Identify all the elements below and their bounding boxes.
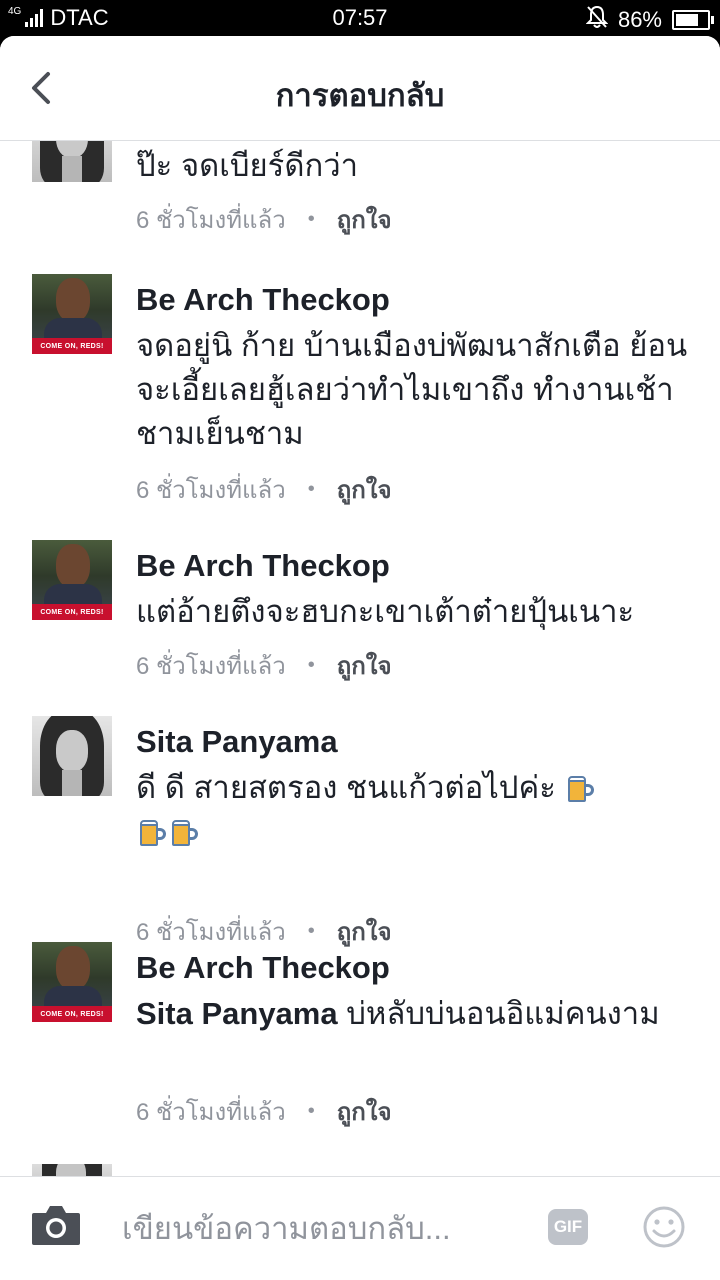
comment-meta: 6 ชั่วโมงที่แล้ว • ถูกใจ: [136, 912, 392, 951]
mention-link[interactable]: Sita Panyama: [136, 996, 338, 1031]
avatar[interactable]: COME ON, REDS!: [32, 540, 112, 620]
like-button[interactable]: ถูกใจ: [337, 1092, 392, 1131]
comment-meta: 6 ชั่วโมงที่แล้ว • ถูกใจ: [136, 200, 392, 239]
avatar-badge: COME ON, REDS!: [32, 338, 112, 354]
reply-input[interactable]: [122, 1207, 522, 1251]
comment-author[interactable]: Be Arch Theckop: [136, 548, 390, 584]
comment-meta: 6 ชั่วโมงที่แล้ว • ถูกใจ: [136, 646, 392, 685]
avatar[interactable]: [32, 716, 112, 796]
beer-mug-icon: [138, 818, 166, 846]
comment-text-block: ดี ดี สายสตรอง ชนแก้วต่อไปค่ะ: [136, 766, 696, 854]
comment-time: 6 ชั่วโมงที่แล้ว: [136, 653, 286, 680]
reply-composer: GIF: [0, 1176, 720, 1280]
avatar-badge: COME ON, REDS!: [32, 1006, 112, 1022]
meta-separator: •: [307, 208, 315, 230]
header: การตอบกลับ: [0, 36, 720, 141]
meta-separator: •: [307, 654, 315, 676]
avatar-badge: COME ON, REDS!: [32, 604, 112, 620]
comment-author[interactable]: Be Arch Theckop: [136, 282, 390, 318]
comment-meta: 6 ชั่วโมงที่แล้ว • ถูกใจ: [136, 470, 392, 509]
status-bar: 4G DTAC 07:57 86%: [0, 0, 720, 36]
avatar[interactable]: [32, 140, 112, 182]
like-button[interactable]: ถูกใจ: [337, 200, 392, 239]
notifications-muted-icon: [585, 5, 609, 35]
camera-button[interactable]: [30, 1203, 82, 1247]
comment-time: 6 ชั่วโมงที่แล้ว: [136, 207, 286, 234]
emoji-button[interactable]: [642, 1205, 686, 1249]
battery-icon: [672, 10, 714, 30]
like-button[interactable]: ถูกใจ: [337, 912, 392, 951]
status-icons: 86%: [585, 5, 714, 35]
like-button[interactable]: ถูกใจ: [337, 646, 392, 685]
camera-icon: [32, 1206, 80, 1245]
page-title: การตอบกลับ: [275, 78, 445, 113]
comment-author[interactable]: Sita Panyama: [136, 724, 338, 760]
comment-meta: 6 ชั่วโมงที่แล้ว • ถูกใจ: [136, 1092, 392, 1131]
beer-mug-icon: [566, 774, 595, 802]
beer-mug-icon: [170, 818, 198, 846]
battery-percent: 86%: [617, 7, 662, 32]
avatar[interactable]: COME ON, REDS!: [32, 942, 112, 1022]
comment-text-block: Sita Panyama บ่หลับบ่นอนอิแม่คนงาม: [136, 992, 676, 1036]
comment-author[interactable]: Be Arch Theckop: [136, 950, 390, 986]
comment-list[interactable]: ป๊ะ จดเบียร์ดีกว่า 6 ชั่วโมงที่แล้ว • ถู…: [0, 140, 720, 1176]
comment-text: ป๊ะ จดเบียร์ดีกว่า: [136, 148, 359, 183]
meta-separator: •: [307, 478, 315, 500]
comment-time: 6 ชั่วโมงที่แล้ว: [136, 919, 286, 946]
avatar[interactable]: COME ON, REDS!: [32, 274, 112, 354]
gif-button[interactable]: GIF: [548, 1209, 588, 1245]
comment-text: แต่อ้ายตึงจะฮบกะเขาเต้าต๋ายปุ้นเนาะ: [136, 594, 635, 629]
comment-text: จดอยู่นิ ก้าย บ้านเมืองบ่พัฒนาสักเตือ ย้…: [136, 328, 688, 451]
comment-time: 6 ชั่วโมงที่แล้ว: [136, 1099, 286, 1126]
replies-panel: การตอบกลับ ป๊ะ จดเบียร์ดีกว่า 6 ชั่วโมงท…: [0, 36, 720, 1280]
comment-text: ดี ดี สายสตรอง ชนแก้วต่อไปค่ะ: [136, 770, 556, 805]
smiley-icon: [643, 1206, 685, 1248]
comment-time: 6 ชั่วโมงที่แล้ว: [136, 477, 286, 504]
like-button[interactable]: ถูกใจ: [337, 470, 392, 509]
avatar[interactable]: [32, 1164, 112, 1176]
meta-separator: •: [307, 920, 315, 942]
meta-separator: •: [307, 1100, 315, 1122]
comment-text: บ่หลับบ่นอนอิแม่คนงาม: [337, 996, 660, 1031]
